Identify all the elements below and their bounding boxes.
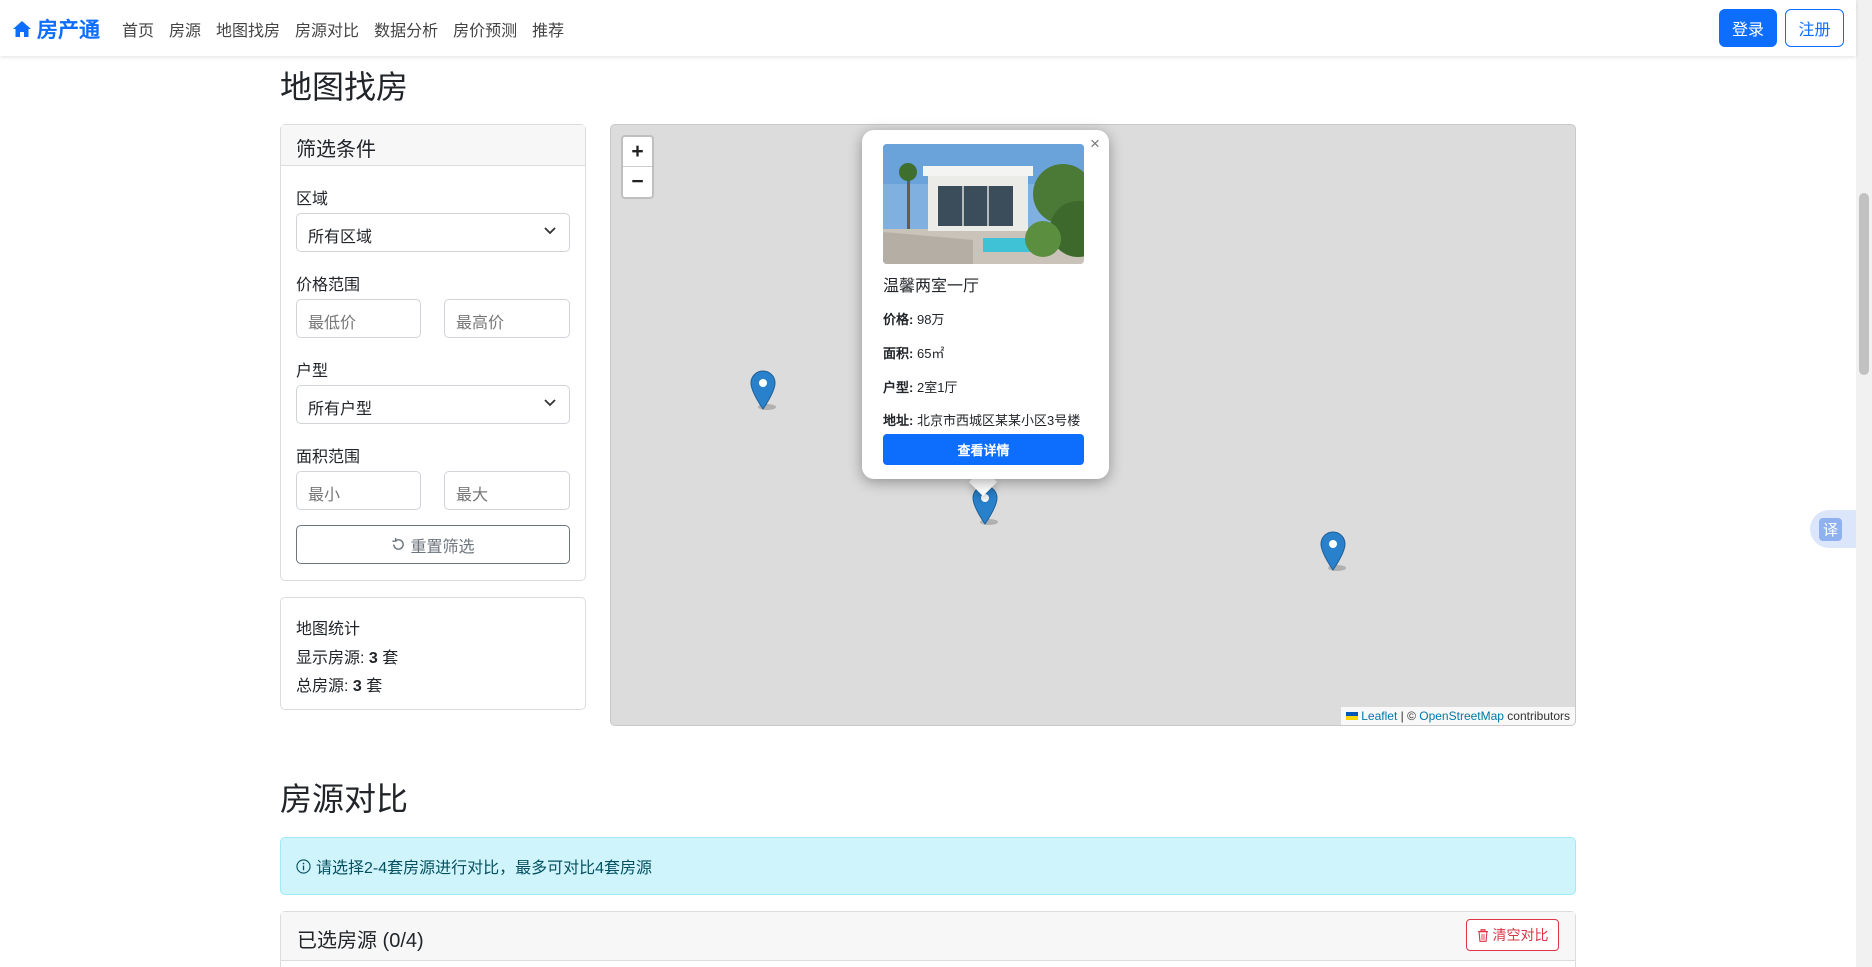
popup-price: 价格: 98万 [883, 309, 944, 328]
page-scrollbar[interactable] [1856, 0, 1872, 967]
price-max-input[interactable]: 最高价 [444, 299, 570, 338]
filter-card-header: 筛选条件 [281, 125, 585, 166]
layout-label: 户型 [296, 363, 329, 380]
shown-listings-unit: 套 [377, 650, 399, 667]
nav-link-recommend[interactable]: 推荐 [532, 17, 564, 41]
map-section-title: 地图找房 [280, 69, 409, 105]
map-attribution: Leaflet | © OpenStreetMap contributors [1341, 707, 1575, 725]
area-max-input[interactable]: 最大 [444, 471, 570, 510]
total-listings-label: 总房源: [296, 678, 353, 695]
zoom-out-button[interactable]: − [623, 167, 652, 197]
chevron-down-icon [544, 399, 556, 407]
leaflet-link[interactable]: Leaflet [1361, 709, 1397, 723]
openstreetmap-link[interactable]: OpenStreetMap [1419, 709, 1504, 723]
nav-link-price-prediction[interactable]: 房价预测 [453, 17, 517, 41]
popup-price-label: 价格: [883, 312, 914, 327]
login-button[interactable]: 登录 [1719, 9, 1777, 47]
reset-filter-button[interactable]: 重置筛选 [296, 525, 570, 564]
popup-layout-value: 2室1厅 [916, 380, 958, 395]
area-min-input[interactable]: 最小 [296, 471, 421, 510]
reset-icon [392, 537, 405, 550]
selected-listings-card: 已选房源 (0/4) [280, 911, 1576, 967]
brand-name: 房产通 [37, 19, 100, 42]
translate-button[interactable]: 译 [1810, 510, 1856, 548]
nav-links: 首页 房源 地图找房 房源对比 数据分析 房价预测 推荐 [122, 17, 579, 41]
popup-price-value: 98万 [916, 312, 945, 327]
popup-area: 面积: 65㎡ [883, 343, 944, 362]
selected-listings-header: 已选房源 (0/4) [281, 912, 1575, 961]
attribution-separator: | © [1397, 709, 1420, 723]
home-icon [13, 21, 31, 37]
shown-listings-count: 3 [368, 650, 378, 667]
price-range-label: 价格范围 [296, 277, 361, 294]
compare-info-text: 请选择2-4套房源进行对比，最多可对比4套房源 [316, 860, 653, 877]
popup-area-label: 面积: [883, 346, 914, 361]
reset-filter-label: 重置筛选 [410, 538, 475, 556]
popup-close-button[interactable]: × [1090, 134, 1100, 154]
house-photo-illustration [883, 144, 1084, 264]
layout-select-value: 所有户型 [308, 401, 373, 418]
nav-link-analytics[interactable]: 数据分析 [374, 17, 438, 41]
listing-photo[interactable] [883, 144, 1084, 264]
area-range-label: 面积范围 [296, 449, 361, 466]
ukraine-flag-icon [1346, 712, 1359, 720]
popup-layout: 户型: 2室1厅 [883, 377, 957, 396]
popup-address: 地址: 北京市西城区某某小区3号楼 [883, 410, 1080, 429]
zoom-control: + − [621, 135, 654, 199]
popup-listing-title: 温馨两室一厅 [883, 278, 980, 295]
info-icon [296, 858, 311, 874]
nav-link-listings[interactable]: 房源 [169, 17, 201, 41]
shown-listings: 显示房源: 3 套 [296, 644, 398, 668]
nav-link-map-search[interactable]: 地图找房 [216, 17, 280, 41]
brand-logo[interactable]: 房产通 [12, 14, 100, 44]
total-listings: 总房源: 3 套 [296, 672, 382, 696]
compare-info-alert: 请选择2-4套房源进行对比，最多可对比4套房源 [280, 837, 1576, 895]
popup-layout-label: 户型: [883, 380, 914, 395]
chevron-down-icon [544, 227, 556, 235]
total-listings-count: 3 [352, 678, 362, 695]
nav-link-home[interactable]: 首页 [122, 17, 154, 41]
navbar: 房产通 首页 房源 地图找房 房源对比 数据分析 房价预测 推荐 登录 注册 [0, 0, 1856, 56]
scrollbar-thumb[interactable] [1859, 193, 1869, 375]
map-stats-title: 地图统计 [296, 621, 361, 638]
zoom-in-button[interactable]: + [623, 137, 652, 167]
clear-compare-button[interactable]: 清空对比 [1466, 919, 1559, 951]
clear-compare-label: 清空对比 [1492, 927, 1549, 943]
region-select-value: 所有区域 [308, 229, 373, 246]
region-label: 区域 [296, 191, 329, 208]
translate-icon: 译 [1819, 517, 1842, 541]
trash-icon [1477, 928, 1488, 942]
view-details-button[interactable]: 查看详情 [883, 434, 1084, 465]
popup-address-label: 地址: [883, 413, 914, 428]
popup-address-value: 北京市西城区某某小区3号楼 [916, 413, 1081, 428]
map-marker[interactable] [750, 370, 776, 410]
shown-listings-label: 显示房源: [296, 650, 369, 667]
total-listings-unit: 套 [361, 678, 383, 695]
nav-link-compare[interactable]: 房源对比 [295, 17, 359, 41]
layout-select[interactable]: 所有户型 [296, 385, 570, 424]
region-select[interactable]: 所有区域 [296, 213, 570, 252]
compare-section-title: 房源对比 [280, 781, 409, 817]
attribution-suffix: contributors [1503, 709, 1570, 723]
price-min-input[interactable]: 最低价 [296, 299, 421, 338]
map-marker[interactable] [1320, 531, 1346, 571]
popup-area-value: 65㎡ [916, 346, 945, 361]
register-button[interactable]: 注册 [1785, 9, 1844, 47]
